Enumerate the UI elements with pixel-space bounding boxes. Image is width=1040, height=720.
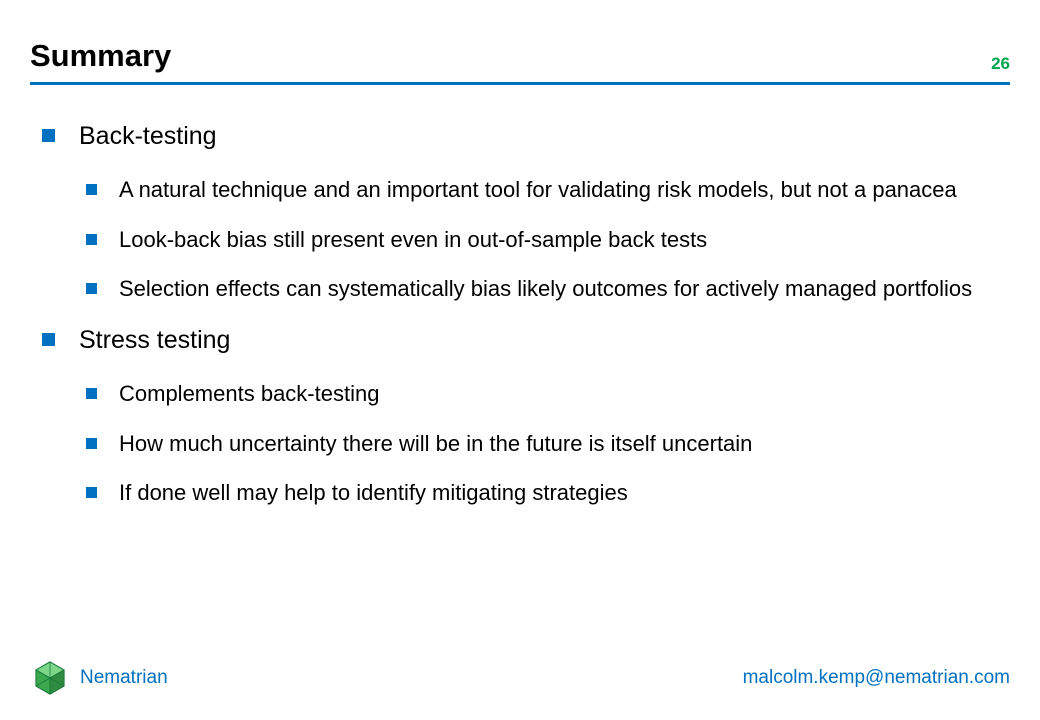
section-heading: Stress testing	[79, 325, 230, 356]
section-heading-row: Back-testing	[42, 121, 982, 152]
list-item-text: How much uncertainty there will be in th…	[119, 430, 752, 458]
slide-container: Summary 26 Back-testing A natural techni…	[0, 0, 1040, 720]
list-item: A natural technique and an important too…	[86, 176, 982, 204]
list-item-text: Complements back-testing	[119, 380, 379, 408]
slide-content: Back-testing A natural technique and an …	[30, 85, 1010, 507]
list-item: How much uncertainty there will be in th…	[86, 430, 982, 458]
list-item-text: Look-back bias still present even in out…	[119, 226, 707, 254]
square-bullet-icon	[42, 333, 55, 346]
page-number: 26	[991, 54, 1010, 74]
slide-title: Summary	[30, 38, 171, 74]
list-item: If done well may help to identify mitiga…	[86, 479, 982, 507]
brand-name: Nematrian	[80, 667, 168, 689]
list-item: Complements back-testing	[86, 380, 982, 408]
square-bullet-icon	[86, 184, 97, 195]
nematrian-logo-icon	[30, 658, 70, 698]
section-heading-row: Stress testing	[42, 325, 982, 356]
square-bullet-icon	[86, 283, 97, 294]
list-item: Look-back bias still present even in out…	[86, 226, 982, 254]
list-item-text: A natural technique and an important too…	[119, 176, 957, 204]
square-bullet-icon	[86, 234, 97, 245]
section-items: Complements back-testing How much uncert…	[86, 380, 982, 507]
square-bullet-icon	[86, 438, 97, 449]
section-heading: Back-testing	[79, 121, 217, 152]
brand-block: Nematrian	[30, 658, 168, 698]
square-bullet-icon	[86, 388, 97, 399]
slide-header: Summary 26	[30, 38, 1010, 80]
list-item-text: If done well may help to identify mitiga…	[119, 479, 628, 507]
square-bullet-icon	[42, 129, 55, 142]
list-item: Selection effects can systematically bia…	[86, 275, 982, 303]
slide-footer: Nematrian malcolm.kemp@nematrian.com	[30, 658, 1010, 698]
square-bullet-icon	[86, 487, 97, 498]
list-item-text: Selection effects can systematically bia…	[119, 275, 972, 303]
section-items: A natural technique and an important too…	[86, 176, 982, 303]
contact-email: malcolm.kemp@nematrian.com	[743, 667, 1010, 689]
